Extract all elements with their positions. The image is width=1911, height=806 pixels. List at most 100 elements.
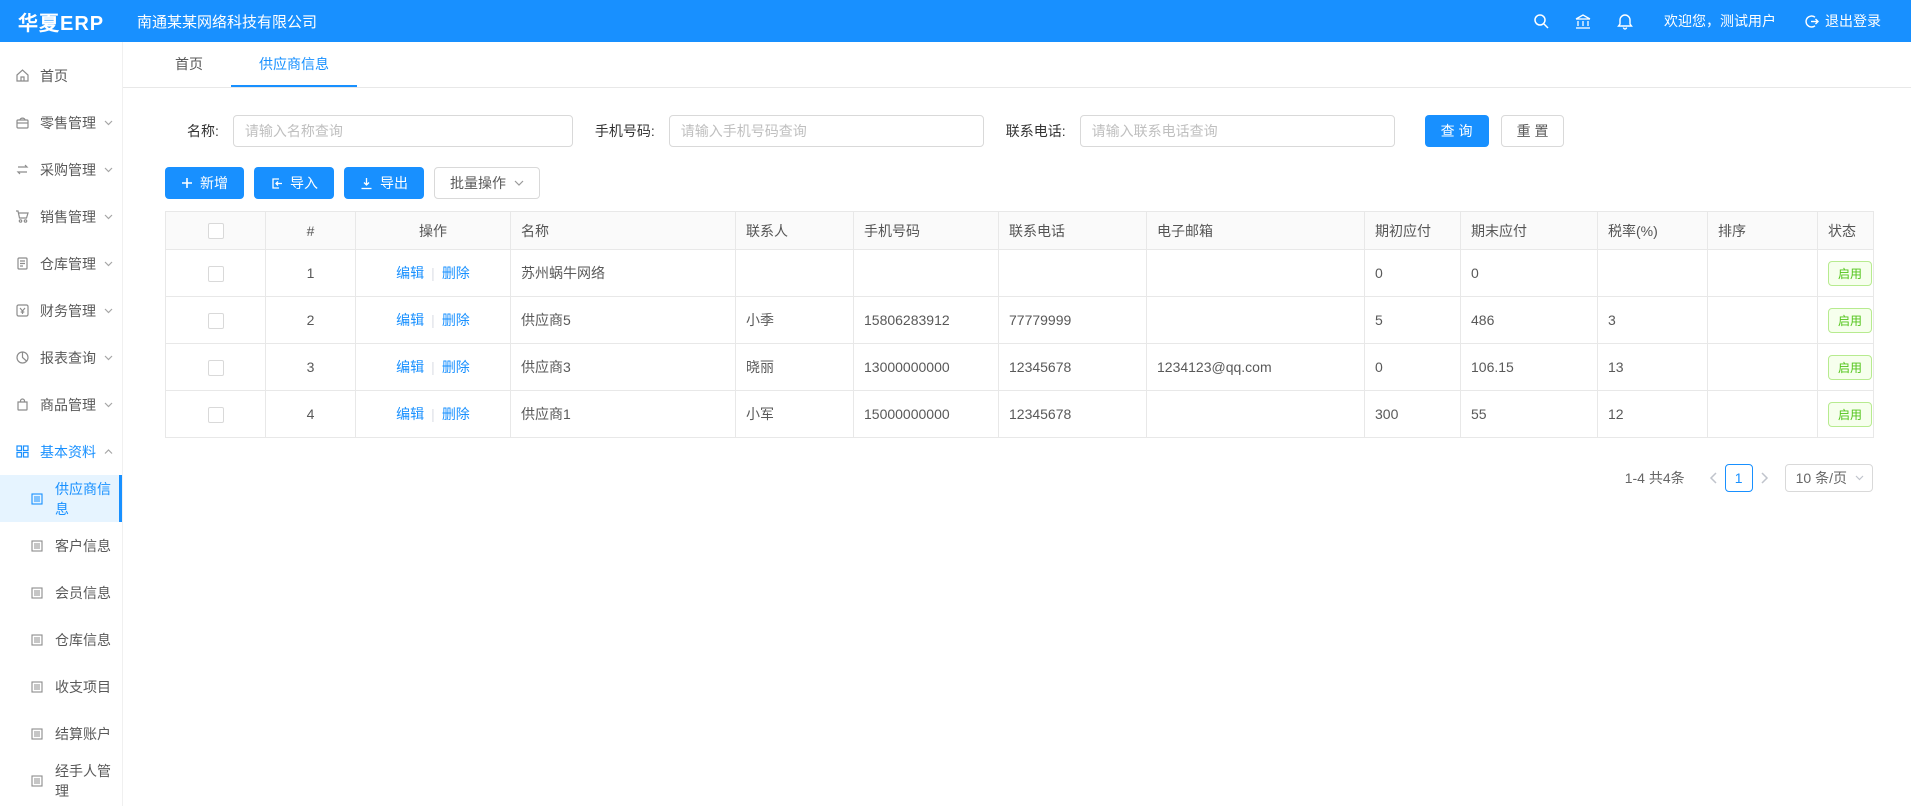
- import-button[interactable]: 导入: [254, 167, 334, 199]
- sidebar-item-handler-management[interactable]: 经手人管理: [0, 757, 122, 804]
- telephone-label: 联系电话:: [1006, 121, 1066, 141]
- sidebar-item-label: 销售管理: [40, 207, 96, 227]
- telephone-search-input[interactable]: [1080, 115, 1395, 147]
- purchase-icon: [15, 162, 31, 178]
- next-page-icon[interactable]: [1761, 472, 1769, 484]
- tab-supplier-info[interactable]: 供应商信息: [231, 42, 357, 87]
- search-form: 名称: 手机号码: 联系电话: 查 询 重 置: [165, 115, 1911, 147]
- notification-bell-icon[interactable]: [1604, 12, 1646, 30]
- edit-link[interactable]: 编辑: [396, 312, 424, 328]
- batch-operation-dropdown[interactable]: 批量操作: [434, 167, 540, 199]
- edit-link[interactable]: 编辑: [396, 406, 424, 422]
- row-checkbox[interactable]: [208, 360, 224, 376]
- app-logo: 华夏ERP: [0, 7, 123, 36]
- sidebar-item-label: 供应商信息: [55, 479, 122, 519]
- sidebar-item-purchase[interactable]: 采购管理: [0, 146, 122, 193]
- query-button[interactable]: 查 询: [1425, 115, 1489, 147]
- delete-link[interactable]: 删除: [442, 312, 470, 328]
- sidebar-item-sales[interactable]: 销售管理: [0, 193, 122, 240]
- table-row: 2 编辑|删除 供应商5 小季 15806283912 77779999 5 4…: [166, 297, 1874, 344]
- cell-contact: [736, 250, 854, 297]
- logout-label: 退出登录: [1825, 11, 1881, 31]
- table-row: 3 编辑|删除 供应商3 晓丽 13000000000 12345678 123…: [166, 344, 1874, 391]
- select-all-checkbox[interactable]: [208, 223, 224, 239]
- status-enabled-tag[interactable]: 启用: [1828, 355, 1872, 380]
- sidebar-item-basic-data[interactable]: 基本资料: [0, 428, 122, 475]
- sidebar-item-label: 商品管理: [40, 395, 96, 415]
- cell-phone: [854, 250, 999, 297]
- import-icon: [270, 177, 283, 190]
- col-sort: 排序: [1708, 212, 1818, 250]
- cell-name: 供应商1: [511, 391, 736, 438]
- status-enabled-tag[interactable]: 启用: [1828, 261, 1872, 286]
- list-icon: [30, 679, 46, 695]
- list-icon: [30, 585, 46, 601]
- cell-sort: [1708, 297, 1818, 344]
- chevron-down-icon: [1855, 475, 1864, 481]
- page-number-button[interactable]: 1: [1725, 464, 1753, 492]
- status-enabled-tag[interactable]: 启用: [1828, 402, 1872, 427]
- delete-link[interactable]: 删除: [442, 265, 470, 281]
- cell-sort: [1708, 250, 1818, 297]
- edit-link[interactable]: 编辑: [396, 265, 424, 281]
- supplier-table: # 操作 名称 联系人 手机号码 联系电话 电子邮箱 期初应付 期末应付 税率(…: [165, 211, 1874, 438]
- chevron-up-icon: [104, 449, 113, 455]
- welcome-user-text: 欢迎您，测试用户: [1664, 11, 1776, 31]
- add-button[interactable]: 新增: [165, 167, 244, 199]
- page-size-select[interactable]: 10 条/页: [1785, 464, 1873, 492]
- cell-ending-payable: 106.15: [1461, 344, 1598, 391]
- row-index: 2: [266, 297, 356, 344]
- cell-telephone: 12345678: [999, 391, 1147, 438]
- pagination: 1-4 共4条 1 10 条/页: [165, 464, 1873, 492]
- basic-data-grid-icon: [15, 444, 31, 460]
- cell-tax-rate: 3: [1598, 297, 1708, 344]
- status-enabled-tag[interactable]: 启用: [1828, 308, 1872, 333]
- sidebar-item-label: 经手人管理: [55, 761, 122, 801]
- sidebar-item-retail[interactable]: 零售管理: [0, 99, 122, 146]
- edit-link[interactable]: 编辑: [396, 359, 424, 375]
- table-header-row: # 操作 名称 联系人 手机号码 联系电话 电子邮箱 期初应付 期末应付 税率(…: [166, 212, 1874, 250]
- chevron-down-icon: [104, 120, 113, 126]
- logout-icon: [1804, 14, 1819, 29]
- delete-link[interactable]: 删除: [442, 359, 470, 375]
- sidebar-item-supplier-info[interactable]: 供应商信息: [0, 475, 122, 522]
- prev-page-icon[interactable]: [1709, 472, 1717, 484]
- row-checkbox[interactable]: [208, 407, 224, 423]
- sidebar-item-label: 报表查询: [40, 348, 96, 368]
- name-search-input[interactable]: [233, 115, 573, 147]
- sidebar: 首页 零售管理 采购管理 销售管理: [0, 42, 123, 806]
- sidebar-item-member-info[interactable]: 会员信息: [0, 569, 122, 616]
- warehouse-icon: [15, 256, 31, 272]
- sidebar-item-home[interactable]: 首页: [0, 52, 122, 99]
- search-icon[interactable]: [1520, 13, 1562, 30]
- sidebar-item-reports[interactable]: 报表查询: [0, 334, 122, 381]
- sidebar-item-goods[interactable]: 商品管理: [0, 381, 122, 428]
- sidebar-item-finance[interactable]: 财务管理: [0, 287, 122, 334]
- chevron-down-icon: [514, 180, 524, 187]
- row-checkbox[interactable]: [208, 313, 224, 329]
- chevron-down-icon: [104, 261, 113, 267]
- cell-beginning-payable: 5: [1365, 297, 1461, 344]
- reset-button[interactable]: 重 置: [1501, 115, 1565, 147]
- row-checkbox[interactable]: [208, 266, 224, 282]
- phone-label: 手机号码:: [595, 121, 655, 141]
- delete-link[interactable]: 删除: [442, 406, 470, 422]
- sidebar-item-label: 仓库管理: [40, 254, 96, 274]
- cell-beginning-payable: 0: [1365, 250, 1461, 297]
- platform-icon[interactable]: [1562, 13, 1604, 30]
- tab-home[interactable]: 首页: [147, 42, 231, 87]
- sidebar-item-label: 零售管理: [40, 113, 96, 133]
- logout-button[interactable]: 退出登录: [1804, 11, 1881, 31]
- chevron-down-icon: [104, 167, 113, 173]
- export-button[interactable]: 导出: [344, 167, 424, 199]
- sidebar-item-warehouse-info[interactable]: 仓库信息: [0, 616, 122, 663]
- sidebar-item-customer-info[interactable]: 客户信息: [0, 522, 122, 569]
- row-index: 1: [266, 250, 356, 297]
- cell-ending-payable: 0: [1461, 250, 1598, 297]
- sidebar-item-income-expense[interactable]: 收支项目: [0, 663, 122, 710]
- sidebar-item-warehouse[interactable]: 仓库管理: [0, 240, 122, 287]
- export-download-icon: [360, 177, 373, 190]
- sidebar-item-settlement-account[interactable]: 结算账户: [0, 710, 122, 757]
- home-icon: [15, 68, 31, 84]
- phone-search-input[interactable]: [669, 115, 984, 147]
